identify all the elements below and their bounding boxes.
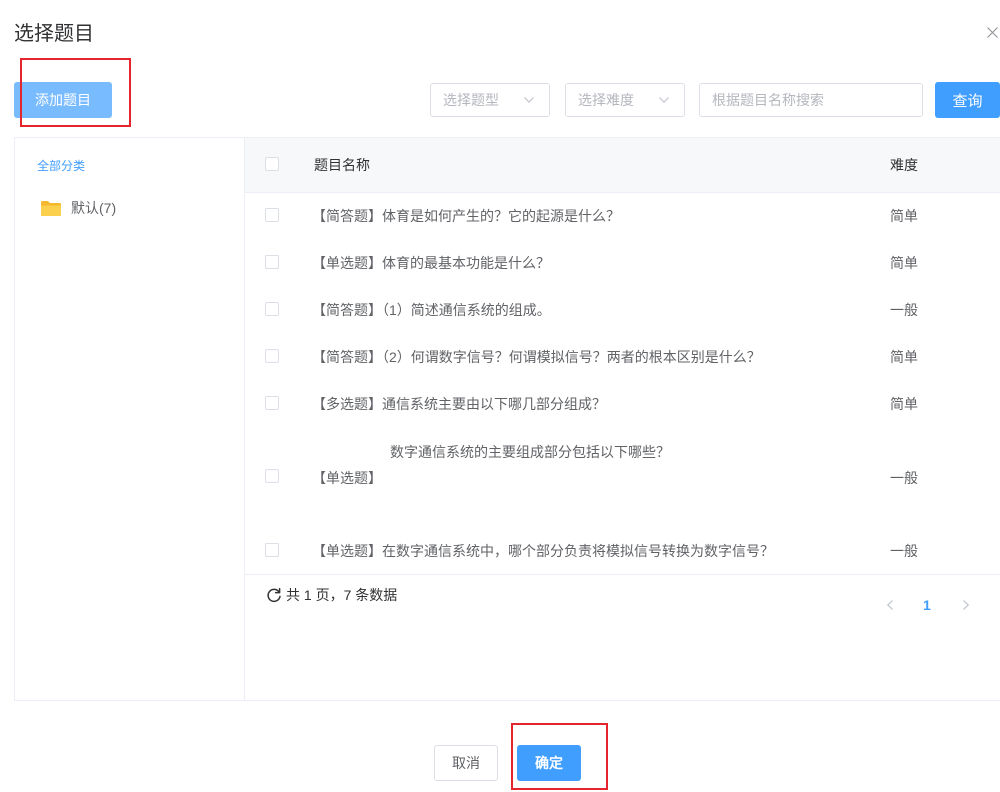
question-difficulty: 简单 [890, 349, 918, 365]
row-checkbox[interactable] [265, 396, 279, 410]
question-type: 【简答题】 [312, 302, 382, 318]
close-icon[interactable] [987, 27, 998, 38]
question-title: 在数字通信系统中，哪个部分负责将模拟信号转换为数字信号？ [382, 543, 774, 559]
question-type: 【多选题】 [312, 396, 382, 412]
category-sidebar: 全部分类 默认(7) [15, 138, 245, 700]
question-type: 【简答题】 [312, 349, 382, 365]
chevron-down-icon [524, 97, 534, 103]
question-name-cell: 【单选题】体育的最基本功能是什么？ [312, 240, 550, 287]
row-checkbox[interactable] [265, 208, 279, 222]
page-number-current[interactable]: 1 [923, 595, 931, 615]
table-row[interactable]: 数字通信系统的主要组成部分包括以下哪些？ 【单选题】 一般 [245, 428, 1000, 528]
question-type: 【单选题】 [312, 543, 382, 559]
question-name-cell: 【简答题】（1）简述通信系统的组成。 [312, 287, 551, 334]
question-name-cell: 【简答题】体育是如何产生的？它的起源是什么？ [312, 193, 620, 240]
question-type: 【单选题】 [312, 255, 382, 271]
question-title: （2）何谓数字信号？何谓模拟信号？两者的根本区别是什么？ [382, 349, 761, 365]
cancel-button[interactable]: 取消 [434, 745, 498, 781]
question-type-placeholder: 选择题型 [443, 92, 499, 108]
question-title: 体育的最基本功能是什么？ [382, 255, 550, 271]
question-name-cell: 【单选题】在数字通信系统中，哪个部分负责将模拟信号转换为数字信号？ [312, 528, 774, 574]
question-difficulty: 一般 [890, 302, 918, 318]
difficulty-placeholder: 选择难度 [578, 92, 634, 108]
question-type: 【简答题】 [312, 208, 382, 224]
table-row[interactable]: 【单选题】体育的最基本功能是什么？ 简单 [245, 240, 1000, 287]
question-title: 数字通信系统的主要组成部分包括以下哪些？ [390, 444, 670, 460]
table-header: 题目名称 难度 [245, 138, 1000, 193]
question-difficulty: 一般 [890, 470, 918, 486]
pagination: 1 [885, 595, 975, 615]
question-table: 题目名称 难度 【简答题】体育是如何产生的？它的起源是什么？ 简单 【单选题】体… [245, 138, 1000, 700]
question-title: （1）简述通信系统的组成。 [382, 302, 551, 318]
folder-icon [41, 201, 61, 216]
row-checkbox[interactable] [265, 255, 279, 269]
question-name-cell: 【多选题】通信系统主要由以下哪几部分组成？ [312, 381, 606, 428]
select-all-checkbox[interactable] [265, 157, 279, 171]
question-title: 体育是如何产生的？它的起源是什么？ [382, 208, 620, 224]
row-checkbox[interactable] [265, 349, 279, 363]
row-checkbox[interactable] [265, 543, 279, 557]
query-button[interactable]: 查询 [935, 82, 1000, 118]
chevron-left-icon[interactable] [887, 600, 893, 610]
table-body: 【简答题】体育是如何产生的？它的起源是什么？ 简单 【单选题】体育的最基本功能是… [245, 193, 1000, 575]
table-row[interactable]: 【多选题】通信系统主要由以下哪几部分组成？ 简单 [245, 381, 1000, 428]
question-type: 【单选题】 [312, 470, 382, 486]
sidebar-item-default[interactable]: 默认(7) [41, 198, 221, 218]
difficulty-select[interactable]: 选择难度 [565, 83, 685, 117]
search-input[interactable] [699, 83, 923, 117]
chevron-right-icon[interactable] [963, 600, 969, 610]
chevron-down-icon [659, 97, 669, 103]
add-question-button[interactable]: 添加题目 [14, 82, 112, 118]
column-header-difficulty: 难度 [890, 157, 918, 173]
dialog-title: 选择题目 [14, 23, 94, 45]
pagination-summary-text: 共 1 页，7 条数据 [286, 587, 398, 603]
question-name-cell: 数字通信系统的主要组成部分包括以下哪些？ 【单选题】 [312, 444, 670, 488]
question-name-cell: 【简答题】（2）何谓数字信号？何谓模拟信号？两者的根本区别是什么？ [312, 334, 761, 381]
confirm-button[interactable]: 确定 [517, 745, 581, 781]
question-title: 通信系统主要由以下哪几部分组成？ [382, 396, 606, 412]
refresh-icon[interactable] [266, 587, 282, 603]
row-checkbox[interactable] [265, 469, 279, 483]
table-row[interactable]: 【单选题】在数字通信系统中，哪个部分负责将模拟信号转换为数字信号？ 一般 [245, 528, 1000, 574]
row-checkbox[interactable] [265, 302, 279, 316]
question-difficulty: 简单 [890, 396, 918, 412]
sidebar-item-all-categories[interactable]: 全部分类 [37, 158, 85, 174]
table-row[interactable]: 【简答题】（1）简述通信系统的组成。 一般 [245, 287, 1000, 334]
sidebar-item-label: 默认(7) [71, 200, 117, 216]
question-difficulty: 简单 [890, 208, 918, 224]
table-row[interactable]: 【简答题】（2）何谓数字信号？何谓模拟信号？两者的根本区别是什么？ 简单 [245, 334, 1000, 381]
question-panel: 全部分类 默认(7) 题目名称 难度 【简答题】体育是如何产生的？它的起源是什么… [14, 137, 1000, 701]
question-difficulty: 简单 [890, 255, 918, 271]
question-difficulty: 一般 [890, 543, 918, 559]
question-type-select[interactable]: 选择题型 [430, 83, 550, 117]
table-row[interactable]: 【简答题】体育是如何产生的？它的起源是什么？ 简单 [245, 193, 1000, 240]
column-header-name: 题目名称 [314, 157, 370, 173]
